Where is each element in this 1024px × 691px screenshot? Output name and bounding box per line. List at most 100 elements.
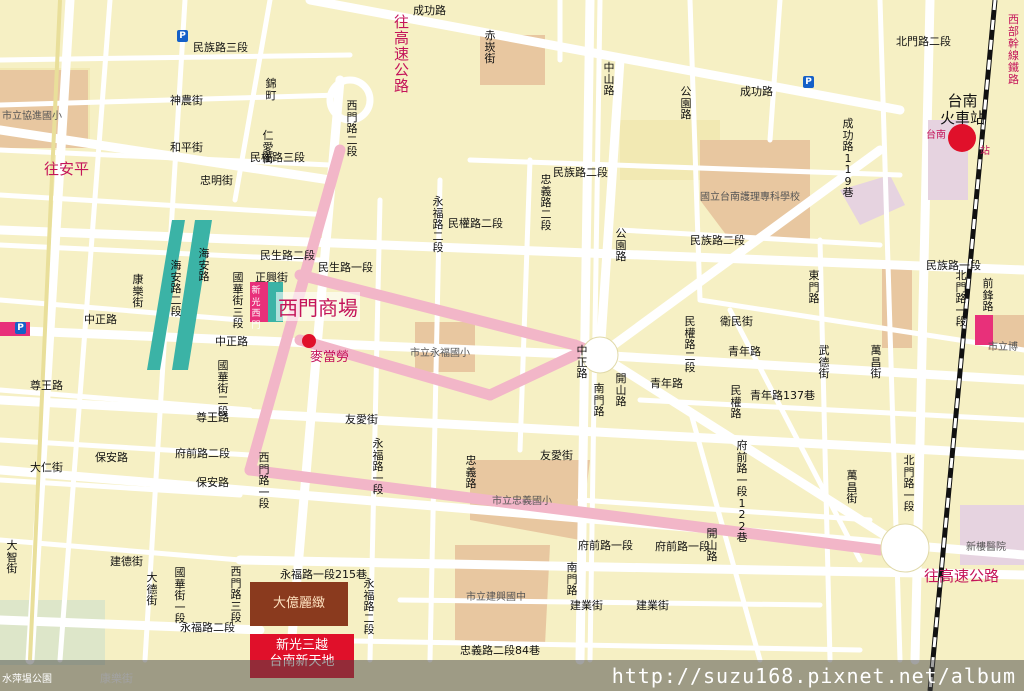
street-dade-v: 大德街	[146, 571, 158, 607]
street-guohua-v: 國華街三段	[232, 271, 244, 330]
dayi-hotel[interactable]: 大億麗緻	[250, 582, 348, 626]
hospital-label: 新樓醫院	[966, 542, 1006, 553]
street-beimen-1-v: 北門路一段	[955, 269, 967, 328]
street-zhengxing: 正興街	[255, 271, 288, 284]
street-youai-2: 友愛街	[345, 413, 378, 426]
street-zhongzheng: 中正路	[215, 335, 248, 348]
street-wanchang-v: 萬昌街	[870, 344, 882, 380]
street-fuqian-1: 府前路一段	[578, 539, 633, 552]
street-minsheng-1: 民生路一段	[318, 261, 373, 274]
station-line1: 台南	[947, 92, 978, 110]
street-minsheng-2: 民生路二段	[260, 249, 315, 262]
street-zhongshan-v: 中山路	[603, 61, 615, 97]
street-chenggong-2-v: 成功路119巷	[842, 117, 854, 199]
street-zhongyi-alley: 忠義路二段84巷	[460, 644, 540, 657]
street-nanmen-v: 南門路	[593, 382, 605, 418]
watermark-url[interactable]: http://suzu168.pixnet.net/album	[612, 664, 1016, 688]
street-ximen-1-v: 西門路一段	[258, 451, 270, 510]
parking-icon-3: P	[803, 76, 814, 88]
street-yongfu-h: 永福路一段215巷	[280, 568, 367, 581]
street-qingnian-3: 青年路137巷	[750, 389, 815, 402]
street-ximen-2-v: 西門路二段	[346, 99, 358, 158]
route-highway-right: 往高速公路	[924, 567, 1000, 585]
street-zhongyi-2-v: 忠義路	[465, 454, 477, 490]
street-jianye: 建業街	[570, 599, 603, 612]
street-minzu-2: 民族路二段	[553, 166, 608, 179]
street-zhongming: 忠明街	[200, 174, 233, 187]
street-fuqian-1b: 府前路一段	[655, 540, 710, 553]
street-chenggong: 成功路	[413, 4, 446, 17]
street-hai-an-2-v: 海安路二段	[170, 259, 182, 318]
street-kaishan-v: 開山路	[615, 372, 627, 408]
parking-icon-2: P	[15, 322, 26, 334]
street-zhongyi-v: 忠義路二段	[540, 173, 552, 232]
street-minzu-1: 民族路一段	[926, 259, 981, 272]
school-jianxing-label: 市立建興國中	[466, 592, 526, 603]
station-sub2-label: 站	[980, 146, 990, 157]
street-minquan-3: 民權路三段	[250, 151, 305, 164]
ximen-shop-label: 新光西門	[251, 286, 261, 331]
street-yongfu-v2: 永福路二段	[363, 577, 375, 636]
nursing-college-label: 國立台南護理專科學校	[700, 192, 800, 203]
school-yongfu-label: 市立永福國小	[410, 348, 470, 359]
street-minquan-v2: 民權路	[730, 384, 742, 420]
street-guohua-3-v: 國華街一段	[174, 566, 186, 625]
street-chikan-v: 赤崁街	[484, 29, 496, 65]
dayi-label: 大億麗緻	[272, 596, 325, 611]
street-zhongzheng-right-v: 中正路	[576, 344, 588, 380]
city-map[interactable]: 西門商場 麥當勞 台南 火車站 台南 站 往安平 往高速公路 往高速公路 西部幹…	[0, 0, 1024, 691]
street-qingnian: 青年路	[728, 345, 761, 358]
train-station-label[interactable]: 台南 火車站	[940, 93, 985, 127]
school-lian-label: 市立協進國小	[2, 111, 62, 122]
street-nanmen-2-v: 南門路	[566, 561, 578, 597]
route-anping: 往安平	[44, 160, 90, 178]
street-yongfu-road-2: 永福路二段	[180, 621, 235, 634]
street-qianfeng-v: 前鋒路	[982, 277, 994, 313]
street-renai-v: 仁愛街	[262, 129, 274, 165]
street-guohua-2-v: 國華街二段	[217, 359, 229, 418]
street-weimin: 衛民街	[720, 315, 753, 328]
right-school-label: 市立博	[988, 342, 1018, 353]
street-gongyuan-2-v: 公園路	[680, 85, 692, 121]
street-yongfu-v: 永福路一段	[372, 437, 384, 496]
street-beimen-lane-v: 北門路一段	[903, 454, 915, 513]
street-dazhi-v: 大智街	[6, 539, 18, 575]
street-kangle-v: 康樂街	[132, 273, 144, 309]
ximen-market-label[interactable]: 西門商場	[276, 292, 360, 321]
roundabout-east	[880, 523, 930, 573]
street-shennong: 神農街	[170, 94, 203, 107]
street-wude-v: 武德街	[818, 344, 830, 380]
street-hai-an-v: 海安路	[198, 247, 210, 283]
street-baoan-2: 保安路	[95, 451, 128, 464]
street-jianye-2: 建業街	[636, 599, 669, 612]
street-shennong-v: 錦町	[265, 77, 277, 102]
street-minzu-lane: 民族路二段	[690, 234, 745, 247]
mcdonalds-label: 麥當勞	[310, 350, 350, 365]
street-qingnian-2: 青年路	[650, 377, 683, 390]
park-label: 水萍塭公園	[2, 674, 52, 685]
street-youai: 友愛街	[540, 449, 573, 462]
street-gongyuan-v: 公園路	[615, 227, 627, 263]
street-yongfu-road-v: 永福路二段	[432, 195, 444, 254]
street-zunwang-2: 尊王路	[30, 379, 63, 392]
park-area	[0, 600, 105, 665]
station-marker[interactable]	[948, 124, 976, 152]
street-minquan-v: 民權路二段	[684, 315, 696, 374]
route-highway-top: 往高速公路	[394, 13, 410, 95]
xinguang-line1: 新光三越	[275, 638, 328, 653]
street-minzu-3: 民族路三段	[193, 41, 248, 54]
street-heping: 和平街	[170, 141, 203, 154]
street-ximen-3-v: 西門路三段	[230, 565, 242, 624]
street-beimen-2: 北門路二段	[896, 35, 951, 48]
street-darenjie: 大仁街	[30, 461, 63, 474]
station-sub-label: 台南	[926, 130, 946, 141]
street-minquan-2: 民權路二段	[448, 217, 503, 230]
street-dongmen-v: 東門路	[808, 269, 820, 305]
street-jiande: 建德街	[110, 555, 143, 568]
street-chenggong-2: 成功路	[740, 85, 773, 98]
street-wanchang-2-v: 萬昌街	[846, 469, 858, 505]
route-west-line: 西部幹線鐵路	[1008, 13, 1019, 86]
street-fuqian-2: 府前路二段	[175, 447, 230, 460]
parking-icon-1: P	[177, 30, 188, 42]
street-fuqian-lane-v: 府前路一段122巷	[736, 439, 748, 544]
